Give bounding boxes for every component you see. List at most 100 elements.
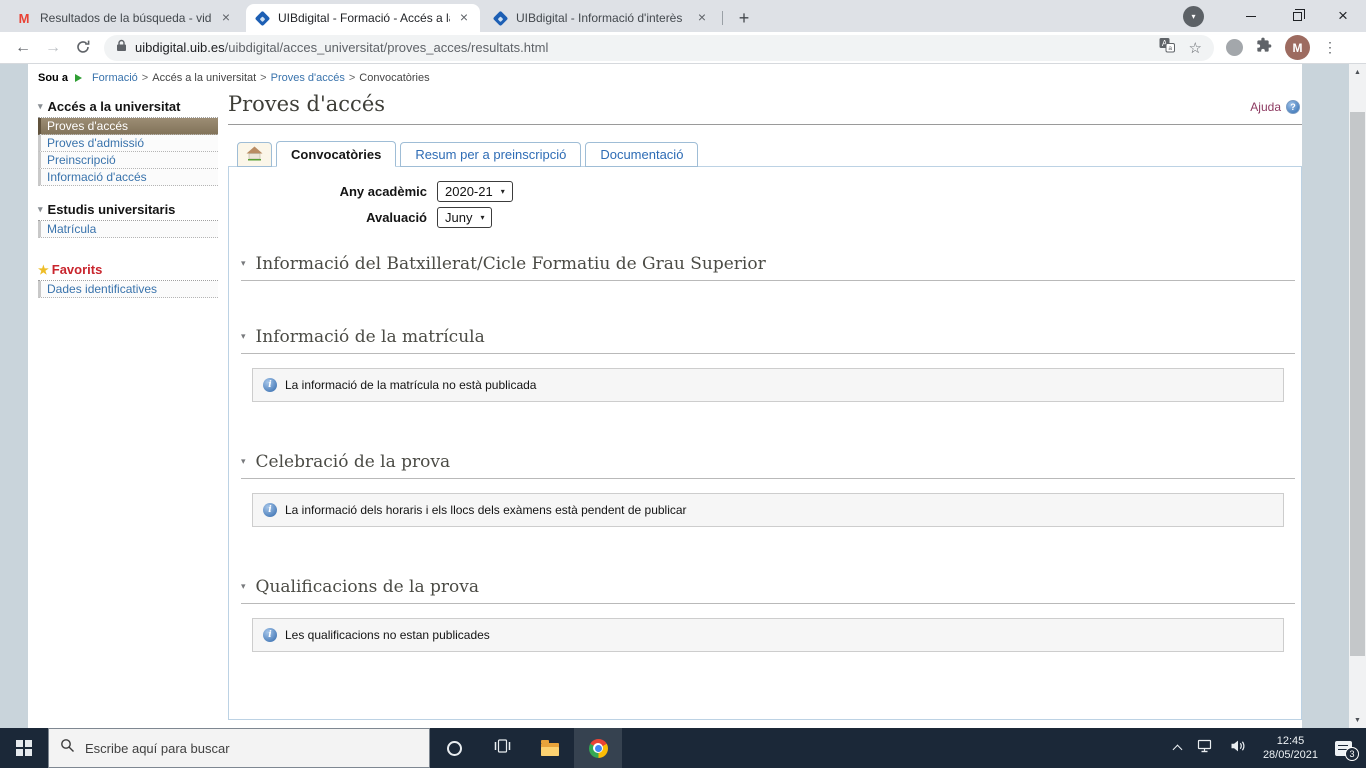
- uibdigital-favicon-icon: [254, 10, 270, 26]
- section-header-batxillerat[interactable]: ▾ Informació del Batxillerat/Cicle Forma…: [241, 254, 1295, 281]
- start-button[interactable]: [0, 728, 48, 768]
- forward-button[interactable]: →: [38, 39, 68, 57]
- windows-logo-icon: [16, 740, 32, 756]
- sidebar-section-title: Favorits: [51, 262, 103, 277]
- browser-tab-gmail[interactable]: M Resultados de la búsqueda - vida ×: [8, 4, 242, 32]
- info-message-text: La informació dels horaris i els llocs d…: [285, 503, 687, 517]
- search-icon: [60, 738, 75, 758]
- tray-expand-button[interactable]: [1166, 728, 1189, 768]
- minimize-button[interactable]: [1228, 0, 1274, 32]
- chrome-taskbar-button[interactable]: [574, 728, 622, 768]
- home-icon: [246, 146, 263, 164]
- sidebar-item-preinscripcio[interactable]: Preinscripció: [38, 152, 218, 169]
- section-header-qualificacions[interactable]: ▾ Qualificacions de la prova: [241, 577, 1295, 604]
- sidebar-section-title: Estudis universitaris: [47, 202, 176, 217]
- network-button[interactable]: [1189, 728, 1222, 768]
- breadcrumb: Sou a Formació > Accés a la universitat …: [38, 72, 430, 84]
- tab-title: UIBdigital - Formació - Accés a la: [278, 11, 450, 25]
- page-scrollbar[interactable]: ▲ ▼: [1349, 64, 1366, 728]
- back-button[interactable]: ←: [8, 39, 38, 57]
- main-content: Proves d'accés Ajuda ? Convocatòries Res…: [228, 92, 1302, 720]
- breadcrumb-prefix: Sou a: [38, 72, 68, 84]
- window-controls: ▾ ×: [1183, 0, 1366, 32]
- cortana-icon: [446, 740, 462, 756]
- task-view-button[interactable]: [478, 728, 526, 768]
- triangle-down-icon: ▾: [38, 101, 43, 111]
- tab-close-icon[interactable]: ×: [218, 10, 234, 26]
- cortana-button[interactable]: [430, 728, 478, 768]
- sidebar-item-proves-admissio[interactable]: Proves d'admissió: [38, 135, 218, 152]
- minimize-icon: [1246, 15, 1256, 17]
- reload-button[interactable]: [68, 39, 98, 57]
- year-select[interactable]: 2020-21 ▾: [437, 181, 513, 202]
- section-header-matricula[interactable]: ▾ Informació de la matrícula: [241, 327, 1295, 354]
- file-explorer-button[interactable]: [526, 728, 574, 768]
- browser-profile-chevron-icon[interactable]: ▾: [1183, 5, 1204, 27]
- page-body: Sou a Formació > Accés a la universitat …: [0, 64, 1366, 728]
- scroll-down-icon[interactable]: ▼: [1349, 712, 1366, 728]
- select-arrow-icon: ▾: [480, 213, 485, 222]
- system-tray: 12:45 28/05/2021 3: [1166, 728, 1366, 768]
- search-placeholder: Escribe aquí para buscar: [85, 740, 230, 756]
- title-divider: [228, 124, 1302, 125]
- sidebar-section-acces[interactable]: ▾ Accés a la universitat: [38, 97, 218, 118]
- info-message-celebracio: i La informació dels horaris i els llocs…: [252, 493, 1284, 527]
- breadcrumb-link-proves[interactable]: Proves d'accés: [271, 72, 345, 84]
- speaker-icon: [1230, 739, 1246, 758]
- breadcrumb-link-formacio[interactable]: Formació: [92, 72, 138, 84]
- network-icon: [1197, 739, 1214, 758]
- breadcrumb-arrow-icon: [74, 74, 86, 82]
- sidebar-section-favorits[interactable]: ★ Favorits: [38, 260, 218, 281]
- profile-avatar[interactable]: M: [1285, 35, 1310, 60]
- url-text: uibdigital.uib.es/uibdigital/acces_unive…: [135, 40, 549, 55]
- breadcrumb-item-acces[interactable]: Accés a la universitat: [152, 72, 256, 84]
- tab-separator: [722, 11, 723, 25]
- close-button[interactable]: ×: [1320, 0, 1366, 32]
- tab-close-icon[interactable]: ×: [456, 10, 472, 26]
- scroll-up-icon[interactable]: ▲: [1349, 64, 1366, 80]
- browser-tab-active[interactable]: UIBdigital - Formació - Accés a la ×: [246, 4, 480, 32]
- restore-icon: [1292, 8, 1305, 21]
- sidebar-item-dades-identificatives[interactable]: Dades identificatives: [38, 281, 218, 298]
- sidebar-item-proves-acces[interactable]: Proves d'accés: [38, 118, 218, 135]
- section-header-celebracio[interactable]: ▾ Celebració de la prova: [241, 452, 1295, 479]
- help-question-icon[interactable]: ?: [1286, 100, 1300, 114]
- browser-tab-uib-info[interactable]: UIBdigital - Informació d'interès ×: [484, 4, 718, 32]
- section-title: Informació del Batxillerat/Cicle Formati…: [255, 254, 766, 274]
- sidebar-section-estudis[interactable]: ▾ Estudis universitaris: [38, 200, 218, 221]
- tab-resum-preinscripcio[interactable]: Resum per a preinscripció: [400, 142, 582, 167]
- extensions-puzzle-icon[interactable]: [1256, 37, 1272, 58]
- scrollbar-thumb[interactable]: [1350, 112, 1365, 656]
- maximize-button[interactable]: [1274, 0, 1320, 32]
- info-icon: i: [263, 378, 277, 392]
- address-bar[interactable]: uibdigital.uib.es/uibdigital/acces_unive…: [104, 34, 1214, 61]
- triangle-down-icon: ▾: [241, 582, 246, 592]
- task-view-icon: [494, 738, 511, 758]
- sidebar-item-informacio-acces[interactable]: Informació d'accés: [38, 169, 218, 186]
- content-wrapper: Sou a Formació > Accés a la universitat …: [28, 64, 1302, 728]
- tab-documentacio[interactable]: Documentació: [585, 142, 699, 167]
- translate-icon[interactable]: Aa: [1159, 37, 1175, 58]
- padlock-icon: [116, 39, 127, 57]
- page-title: Proves d'accés: [228, 92, 386, 116]
- notification-center-button[interactable]: 3: [1327, 728, 1362, 768]
- new-tab-button[interactable]: +: [732, 6, 756, 30]
- volume-button[interactable]: [1222, 728, 1254, 768]
- file-explorer-icon: [541, 740, 559, 756]
- taskbar-clock[interactable]: 12:45 28/05/2021: [1254, 734, 1327, 762]
- section-title: Informació de la matrícula: [255, 327, 485, 347]
- tab-home[interactable]: [237, 142, 272, 167]
- extension-icon[interactable]: [1226, 39, 1243, 56]
- tab-close-icon[interactable]: ×: [694, 10, 710, 26]
- browser-toolbar: ← → uibdigital.uib.es/uibdigital/acces_u…: [0, 32, 1366, 64]
- chrome-menu-icon[interactable]: ⋮: [1323, 39, 1337, 56]
- year-label: Any acadèmic: [339, 184, 427, 199]
- evaluation-select[interactable]: Juny ▾: [437, 207, 493, 228]
- select-arrow-icon: ▾: [500, 187, 505, 196]
- tab-convocatories[interactable]: Convocatòries: [276, 141, 397, 167]
- taskbar-search-input[interactable]: Escribe aquí para buscar: [48, 728, 430, 768]
- info-message-text: Les qualificacions no estan publicades: [285, 628, 490, 642]
- sidebar-item-matricula[interactable]: Matrícula: [38, 221, 218, 238]
- help-link[interactable]: Ajuda ?: [1250, 100, 1300, 114]
- bookmark-star-icon[interactable]: ☆: [1189, 39, 1202, 57]
